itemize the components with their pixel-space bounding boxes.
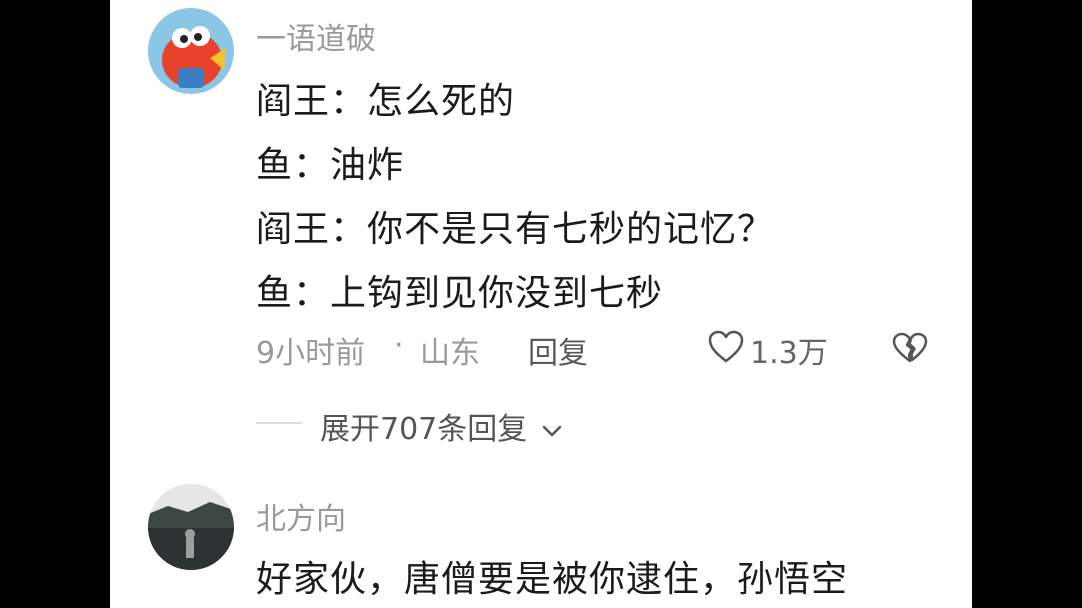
expand-replies-label: 展开707条回复: [320, 412, 528, 447]
reply-button[interactable]: 回复: [528, 328, 588, 372]
comment-text-line: 好家伙，唐僧要是被你逮住，孙悟空: [256, 559, 849, 600]
comment-time: 9小时前: [256, 336, 366, 371]
dislike-button[interactable]: [892, 332, 928, 364]
comment-text-line: 阎王：你不是只有七秒的记忆？: [256, 209, 775, 250]
chevron-down-icon: [542, 425, 562, 436]
like-count: 1.3万: [750, 336, 828, 371]
comment-username[interactable]: 北方向: [256, 494, 346, 538]
comment-list: 一语道破 阎王：怎么死的 鱼：油炸 阎王：你不是只有七秒的记忆？ 鱼：上钩到见你…: [110, 0, 972, 608]
comment-location: 山东: [420, 336, 480, 371]
broken-heart-icon: [892, 332, 928, 363]
like-button[interactable]: [708, 330, 744, 364]
expand-divider: [256, 422, 302, 424]
comment-text-line: 鱼：上钩到见你没到七秒: [256, 273, 664, 314]
fish-avatar-image: [148, 8, 234, 94]
avatar[interactable]: [148, 484, 234, 570]
avatar[interactable]: [148, 8, 234, 94]
meta-separator: ·: [394, 328, 404, 363]
landscape-avatar-image: [148, 484, 234, 570]
comment-text-line: 鱼：油炸: [256, 145, 405, 186]
comment-username[interactable]: 一语道破: [256, 14, 376, 58]
heart-outline-icon: [708, 330, 744, 363]
expand-replies-button[interactable]: 展开707条回复: [320, 404, 563, 448]
comment-text-line: 阎王：怎么死的: [256, 81, 516, 122]
